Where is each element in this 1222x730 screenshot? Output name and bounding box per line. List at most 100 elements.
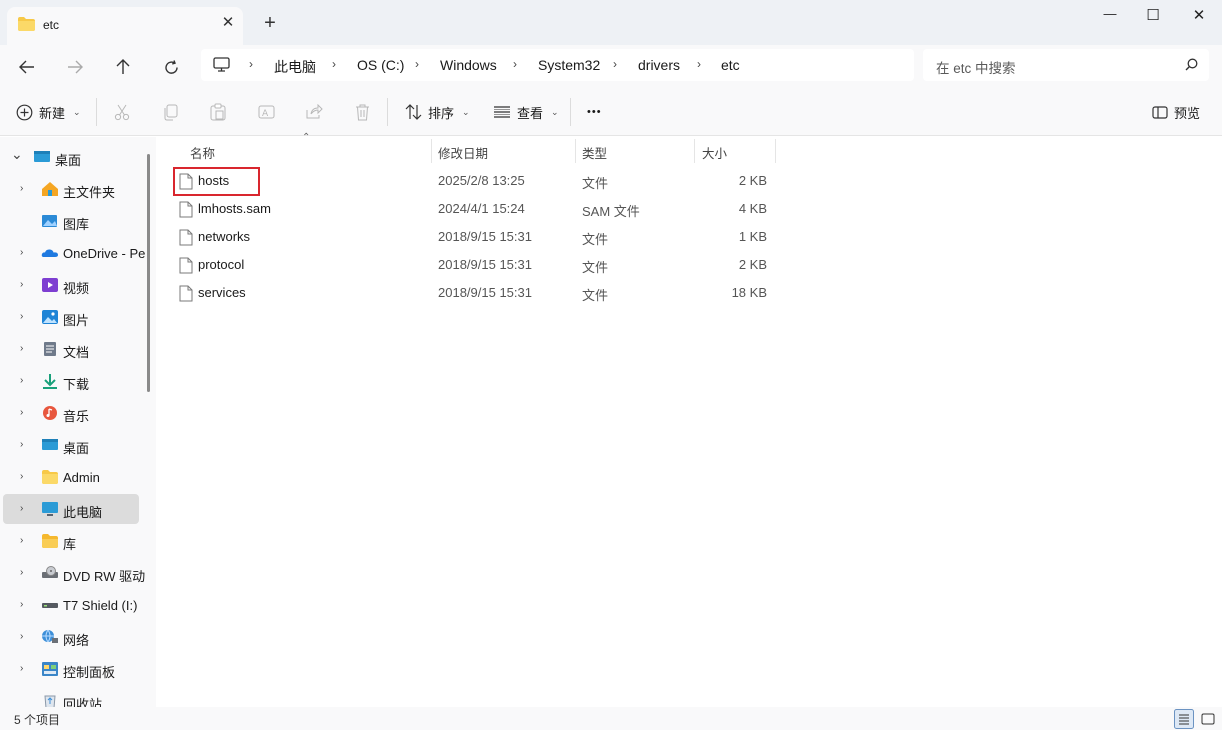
breadcrumb-os-c[interactable]: OS (C:) (357, 57, 404, 73)
breadcrumb-separator[interactable]: › (613, 57, 617, 71)
chevron-right-icon[interactable]: › (20, 599, 23, 610)
sidebar-item-dvd-drive[interactable]: › DVD RW 驱动 (3, 558, 145, 588)
file-modified: 2024/4/1 15:24 (438, 201, 525, 216)
file-row[interactable]: hosts 2025/2/8 13:25 文件 2 KB (173, 167, 777, 195)
maximize-button[interactable]: ☐ (1141, 6, 1165, 28)
sidebar-item-control-panel[interactable]: › 控制面板 (3, 654, 139, 684)
sidebar-item-videos[interactable]: › 视频 (3, 270, 139, 300)
breadcrumb-separator[interactable]: › (513, 57, 517, 71)
sidebar-item-network[interactable]: › 网络 (3, 622, 139, 652)
breadcrumb-system32[interactable]: System32 (538, 57, 600, 73)
chevron-right-icon[interactable]: › (20, 471, 23, 482)
breadcrumb-separator[interactable]: › (332, 57, 336, 71)
sidebar-item-folder[interactable]: › Admin (3, 462, 139, 492)
chevron-right-icon[interactable]: › (20, 439, 23, 450)
chevron-right-icon[interactable]: › (20, 663, 23, 674)
view-button[interactable]: 查看 ⌄ (493, 88, 559, 136)
sidebar-item-documents[interactable]: › 文档 (3, 334, 139, 364)
forward-arrow-icon[interactable] (63, 55, 87, 79)
file-row[interactable]: lmhosts.sam 2024/4/1 15:24 SAM 文件 4 KB (173, 195, 777, 223)
minimize-button[interactable]: — (1098, 6, 1122, 28)
column-divider[interactable] (775, 139, 776, 163)
command-bar: 新建 ⌄ A 排序 ⌄ 查看 ⌄ ••• 预览 (0, 88, 1222, 136)
file-modified: 2018/9/15 15:31 (438, 285, 532, 300)
column-header-size[interactable]: 大小 (695, 137, 775, 163)
refresh-icon[interactable] (159, 55, 183, 79)
breadcrumb-separator[interactable]: › (697, 57, 701, 71)
chevron-right-icon[interactable]: › (20, 631, 23, 642)
file-icon (179, 257, 193, 277)
up-arrow-icon[interactable] (111, 55, 135, 79)
sidebar-item-label: 桌面 (55, 153, 82, 168)
this-pc-icon (41, 501, 59, 517)
chevron-right-icon[interactable]: › (20, 183, 23, 194)
sidebar-scrollbar[interactable] (147, 154, 150, 392)
chevron-right-icon[interactable]: › (20, 375, 23, 386)
file-modified: 2025/2/8 13:25 (438, 173, 525, 188)
file-icon (179, 285, 193, 305)
delete-icon[interactable] (353, 103, 371, 121)
chevron-right-icon[interactable]: › (20, 535, 23, 546)
sidebar-item-pictures[interactable]: › 图片 (3, 302, 139, 332)
sidebar-item-home[interactable]: › 主文件夹 (3, 174, 139, 204)
copy-icon[interactable] (161, 103, 179, 121)
column-header-type[interactable]: 类型 (576, 137, 695, 163)
sidebar-item-recycle-bin[interactable]: ›回收站 (3, 686, 139, 707)
search-icon[interactable] (1185, 58, 1198, 74)
details-view-icon[interactable] (1174, 709, 1194, 729)
file-row[interactable]: networks 2018/9/15 15:31 文件 1 KB (173, 223, 777, 251)
paste-icon[interactable] (209, 103, 227, 121)
chevron-down-icon[interactable]: ⌄ (11, 146, 23, 163)
column-header-name[interactable]: 名称 (173, 137, 433, 163)
search-input[interactable]: 在 etc 中搜索 (923, 49, 1209, 81)
sidebar-item-this-pc[interactable]: › 此电脑 (3, 494, 139, 524)
sidebar-item-music[interactable]: › 音乐 (3, 398, 139, 428)
share-icon[interactable] (305, 103, 323, 121)
recycle-bin-icon (41, 693, 59, 707)
file-row[interactable]: services 2018/9/15 15:31 文件 18 KB (173, 279, 777, 307)
tiles-view-icon[interactable] (1198, 709, 1218, 729)
sidebar-item-onedrive[interactable]: › OneDrive - Pe (3, 238, 145, 268)
chevron-right-icon[interactable]: › (20, 247, 23, 258)
preview-pane-button[interactable]: 预览 (1152, 88, 1200, 136)
sidebar-item-desktop[interactable]: ⌄ 桌面 (3, 142, 139, 172)
breadcrumb-drivers[interactable]: drivers (638, 57, 680, 73)
sidebar-item-label: 控制面板 (63, 665, 116, 680)
chevron-right-icon[interactable]: › (20, 343, 23, 354)
sidebar-item-label: 文档 (63, 345, 90, 360)
sidebar-item-library[interactable]: › 库 (3, 526, 139, 556)
breadcrumb-windows[interactable]: Windows (440, 57, 497, 73)
sidebar-item-gallery[interactable]: ›图库 (3, 206, 139, 236)
chevron-right-icon[interactable]: › (20, 279, 23, 290)
chevron-right-icon[interactable]: › (20, 407, 23, 418)
sidebar-item-label: 此电脑 (63, 505, 103, 520)
chevron-right-icon[interactable]: › (20, 311, 23, 322)
column-header-modified[interactable]: 修改日期 (432, 137, 576, 163)
breadcrumb-etc[interactable]: etc (721, 57, 740, 73)
sidebar-item-usb-drive[interactable]: › T7 Shield (I:) (3, 590, 139, 620)
file-row[interactable]: protocol 2018/9/15 15:31 文件 2 KB (173, 251, 777, 279)
file-type: 文件 (582, 288, 609, 303)
breadcrumb-this-pc[interactable]: 此电脑 (274, 57, 316, 77)
address-bar[interactable]: › 此电脑 › OS (C:) › Windows › System32 › d… (201, 49, 914, 81)
sort-button[interactable]: 排序 ⌄ (405, 88, 470, 136)
rename-icon[interactable]: A (257, 103, 275, 121)
cut-icon[interactable] (113, 103, 131, 121)
sidebar-item-downloads[interactable]: › 下载 (3, 366, 139, 396)
chevron-right-icon[interactable]: › (20, 503, 23, 514)
svg-text:A: A (262, 109, 269, 119)
tab-etc[interactable]: etc ✕ (7, 7, 243, 45)
close-window-button[interactable]: ✕ (1187, 6, 1211, 28)
chevron-right-icon[interactable]: › (20, 567, 23, 578)
breadcrumb-separator[interactable]: › (249, 57, 253, 71)
sidebar-item-label: 音乐 (63, 409, 90, 424)
sidebar-item-label: 图片 (63, 313, 90, 328)
breadcrumb-separator[interactable]: › (415, 57, 419, 71)
new-button[interactable]: 新建 ⌄ (16, 88, 81, 136)
new-tab-button[interactable]: + (260, 13, 280, 33)
more-options-button[interactable]: ••• (587, 88, 602, 136)
back-arrow-icon[interactable] (15, 55, 39, 79)
chevron-down-icon: ⌄ (73, 106, 81, 117)
sidebar-item-desktop[interactable]: › 桌面 (3, 430, 139, 460)
tab-close-icon[interactable]: ✕ (220, 15, 236, 31)
